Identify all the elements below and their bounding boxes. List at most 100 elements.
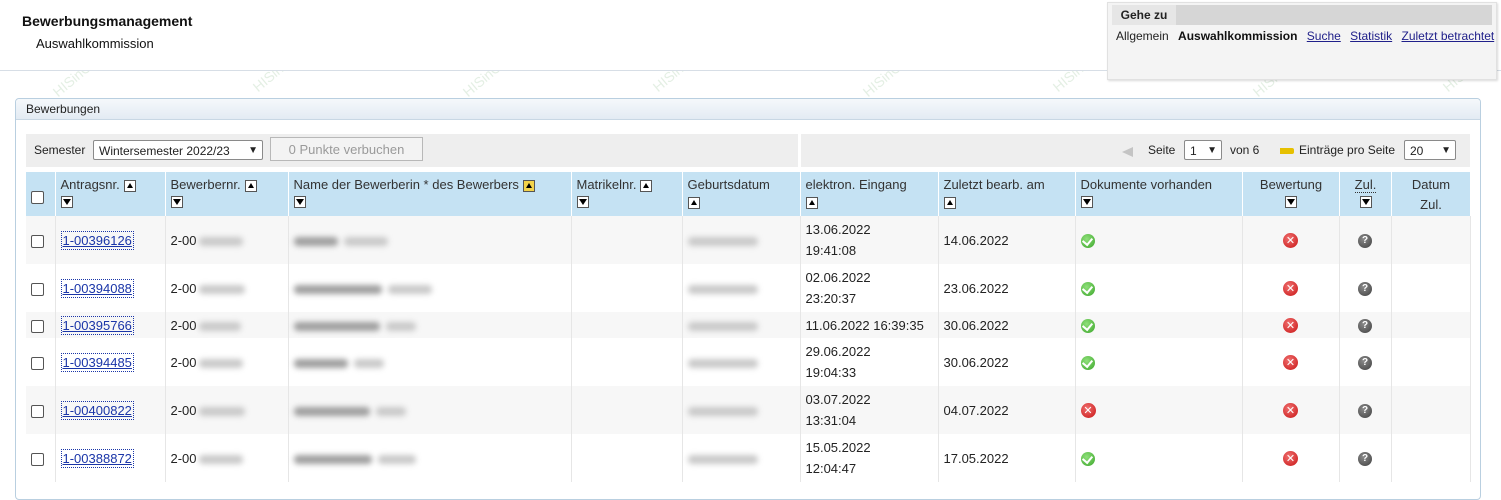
goto-allgemein[interactable]: Allgemein — [1116, 29, 1169, 43]
bewerbernr-prefix: 2-00 — [170, 402, 197, 418]
prev-page-icon[interactable] — [1122, 147, 1133, 157]
goto-suche-link[interactable]: Suche — [1307, 29, 1341, 43]
page-of: von 6 — [1230, 143, 1260, 157]
chevron-down-icon: ▼ — [1441, 145, 1451, 156]
row-select-cell — [26, 434, 56, 482]
bewerbernr-prefix: 2-00 — [170, 232, 197, 248]
per-page-select[interactable]: 20 ▼ — [1404, 140, 1456, 160]
redacted-block — [687, 284, 758, 294]
goto-zuletzt-link[interactable]: Zuletzt betrachtet — [1402, 29, 1495, 43]
eingang-date: 11.06.2022 16:39:35 — [805, 317, 924, 333]
zul-cell: ? — [1339, 216, 1392, 264]
page-select[interactable]: 1 ▼ — [1184, 140, 1222, 160]
error-x-icon[interactable]: ✕ — [1283, 281, 1298, 297]
bewerbernr-cell: 2-00 — [165, 434, 289, 482]
filter-icon[interactable] — [1080, 196, 1093, 208]
antragsnr-link[interactable]: 1-00400822 — [60, 400, 134, 420]
question-icon[interactable]: ? — [1358, 403, 1372, 418]
question-icon[interactable]: ? — [1358, 281, 1372, 296]
zul-cell: ? — [1339, 434, 1392, 482]
question-icon[interactable]: ? — [1358, 233, 1372, 248]
antragsnr-link[interactable]: 1-00394485 — [60, 352, 134, 372]
question-icon[interactable]: ? — [1358, 451, 1372, 466]
bewertung-cell: ✕ — [1242, 338, 1340, 386]
sort-up-icon[interactable] — [522, 179, 535, 192]
antragsnr-cell: 1-00394088 — [55, 264, 166, 312]
error-x-icon[interactable]: ✕ — [1283, 355, 1298, 371]
check-ok-icon — [1080, 281, 1095, 296]
col-dokumente: Dokumente vorhanden — [1075, 172, 1243, 216]
error-x-icon[interactable]: ✕ — [1283, 403, 1298, 419]
question-icon[interactable]: ? — [1358, 355, 1372, 370]
eingang-time: 19:41:08 — [805, 243, 857, 258]
row-checkbox[interactable] — [31, 282, 44, 296]
bewerbernr-cell: 2-00 — [165, 386, 289, 434]
semester-select[interactable]: Wintersemester 2022/23 ▼ — [93, 140, 263, 160]
page-select-value: 1 — [1190, 144, 1197, 158]
antragsnr-link[interactable]: 1-00388872 — [60, 448, 134, 468]
sort-up-icon[interactable] — [687, 197, 700, 210]
select-all-checkbox[interactable] — [31, 191, 44, 205]
filter-icon[interactable] — [1285, 196, 1297, 208]
check-ok-icon — [1080, 451, 1095, 466]
row-checkbox[interactable] — [31, 404, 44, 418]
next-page-icon[interactable] — [1280, 148, 1294, 154]
filter-icon[interactable] — [1359, 196, 1372, 208]
redacted-block — [687, 358, 758, 368]
error-x-icon: ✕ — [1080, 403, 1096, 419]
sort-up-icon[interactable] — [244, 179, 257, 192]
bewertung-cell: ✕ — [1242, 434, 1340, 482]
sort-up-icon[interactable] — [943, 197, 956, 210]
error-x-icon[interactable]: ✕ — [1283, 451, 1298, 467]
col-name: Name der Bewerberin * des Bewerbers — [288, 172, 572, 216]
name-cell — [288, 264, 572, 312]
filter-icon[interactable] — [60, 196, 73, 208]
row-select-cell — [26, 264, 56, 312]
datum-zul-cell — [1391, 312, 1471, 338]
eingang-time: 13:31:04 — [805, 413, 857, 428]
redacted-block — [198, 284, 245, 294]
goto-statistik-link[interactable]: Statistik — [1350, 29, 1392, 43]
question-icon[interactable]: ? — [1358, 318, 1372, 333]
table-toolbar: Semester Wintersemester 2022/23 ▼ 0 Punk… — [26, 134, 1470, 167]
antragsnr-cell: 1-00394485 — [55, 338, 166, 386]
bewerbungen-table: Antragsnr. Bewerbernr. Name der Bewerber… — [26, 172, 1471, 482]
row-checkbox[interactable] — [31, 319, 44, 333]
goto-label: Gehe zu — [1112, 5, 1176, 25]
name-cell — [288, 216, 572, 264]
antragsnr-cell: 1-00395766 — [55, 312, 166, 338]
redacted-block — [293, 358, 348, 368]
row-select-cell — [26, 338, 56, 386]
redacted-block — [353, 358, 384, 368]
sort-up-icon[interactable] — [123, 179, 136, 192]
toolbar-left: Semester Wintersemester 2022/23 ▼ 0 Punk… — [26, 134, 798, 167]
col-zuletzt: Zuletzt bearb. am — [938, 172, 1076, 216]
sort-up-icon[interactable] — [640, 179, 653, 192]
table-row: 1-00388872 2-00 15.05.2022 12:04:47 17.05.20… — [26, 434, 1471, 482]
error-x-icon[interactable]: ✕ — [1283, 233, 1298, 249]
row-checkbox[interactable] — [31, 356, 44, 370]
filter-icon[interactable] — [576, 196, 589, 208]
redacted-block — [198, 321, 241, 331]
row-checkbox[interactable] — [31, 234, 44, 248]
error-x-icon[interactable]: ✕ — [1283, 318, 1298, 334]
col-name-label: Name der Bewerberin * des Bewerbers — [293, 177, 519, 192]
check-ok-icon — [1080, 233, 1095, 248]
bewerbernr-cell: 2-00 — [165, 338, 289, 386]
redacted-block — [377, 454, 416, 464]
filter-icon[interactable] — [293, 196, 306, 208]
geburtsdatum-cell — [682, 216, 801, 264]
row-checkbox[interactable] — [31, 452, 44, 466]
punkte-verbuchen-button[interactable]: 0 Punkte verbuchen — [270, 137, 423, 161]
name-cell — [288, 312, 572, 338]
col-eingang: elektron. Eingang — [800, 172, 939, 216]
redacted-block — [293, 454, 372, 464]
zuletzt-cell: 23.06.2022 — [938, 264, 1076, 312]
sort-up-icon[interactable] — [805, 197, 818, 210]
antragsnr-link[interactable]: 1-00395766 — [60, 315, 134, 335]
filter-icon[interactable] — [170, 196, 183, 208]
chevron-down-icon: ▼ — [1207, 145, 1217, 156]
table-header-row: Antragsnr. Bewerbernr. Name der Bewerber… — [26, 172, 1471, 216]
antragsnr-link[interactable]: 1-00396126 — [60, 230, 134, 250]
antragsnr-link[interactable]: 1-00394088 — [60, 278, 134, 298]
